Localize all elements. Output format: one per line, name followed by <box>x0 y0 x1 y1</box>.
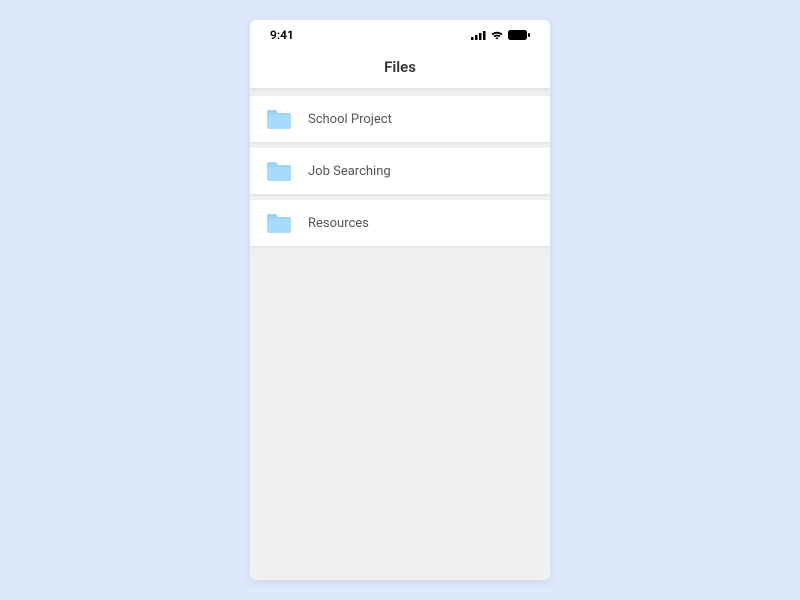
folder-row-school-project[interactable]: School Project <box>250 96 550 142</box>
folder-icon <box>266 108 292 130</box>
nav-bar: Files <box>250 50 550 88</box>
folder-label: Resources <box>308 216 369 231</box>
page-title: Files <box>384 58 416 76</box>
status-time: 9:41 <box>270 28 294 42</box>
folder-row-resources[interactable]: Resources <box>250 200 550 246</box>
folder-icon <box>266 212 292 234</box>
folder-label: School Project <box>308 112 392 127</box>
status-icons <box>471 30 530 40</box>
status-bar: 9:41 <box>250 20 550 50</box>
folder-icon <box>266 160 292 182</box>
folder-list: School Project Job Searching Resources <box>250 88 550 246</box>
folder-label: Job Searching <box>308 164 391 179</box>
battery-icon <box>508 30 530 40</box>
phone-frame: 9:41 <box>250 20 550 580</box>
folder-row-job-searching[interactable]: Job Searching <box>250 148 550 194</box>
cellular-signal-icon <box>471 30 486 40</box>
wifi-icon <box>490 30 504 40</box>
